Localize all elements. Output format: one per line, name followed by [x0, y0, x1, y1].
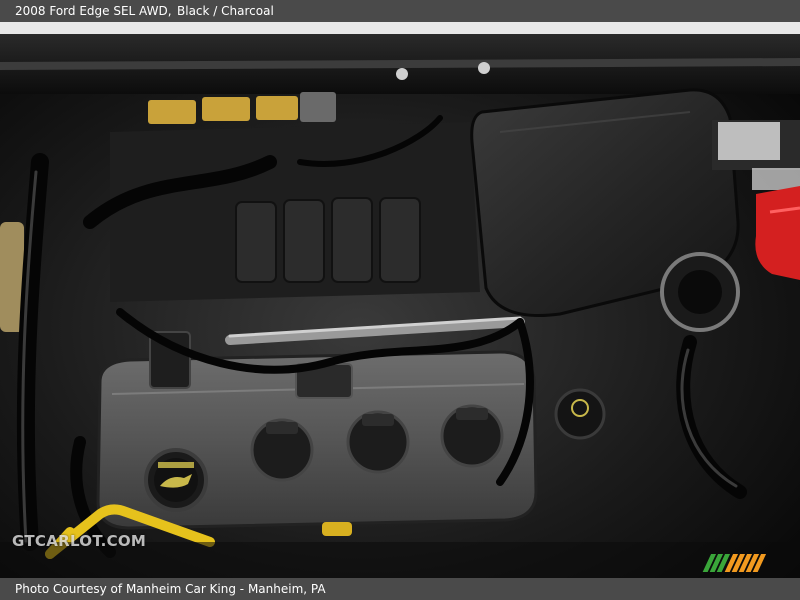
- engine-photo: [0, 22, 800, 578]
- title-bar: 2008 Ford Edge SEL AWD, Black / Charcoal: [0, 0, 800, 22]
- vehicle-title: 2008 Ford Edge SEL AWD,: [15, 4, 172, 18]
- photo-credit: Photo Courtesy of Manheim Car King - Man…: [15, 582, 326, 596]
- engine-bay-illustration: [0, 22, 800, 578]
- site-watermark: GTCARLOT.COM: [12, 532, 147, 550]
- credit-bar: Photo Courtesy of Manheim Car King - Man…: [0, 578, 800, 600]
- oil-cap-icon: [144, 448, 208, 512]
- vehicle-colors: Black / Charcoal: [177, 4, 274, 18]
- brand-stripes-icon: [702, 554, 767, 572]
- photo-page: 2008 Ford Edge SEL AWD, Black / Charcoal: [0, 0, 800, 600]
